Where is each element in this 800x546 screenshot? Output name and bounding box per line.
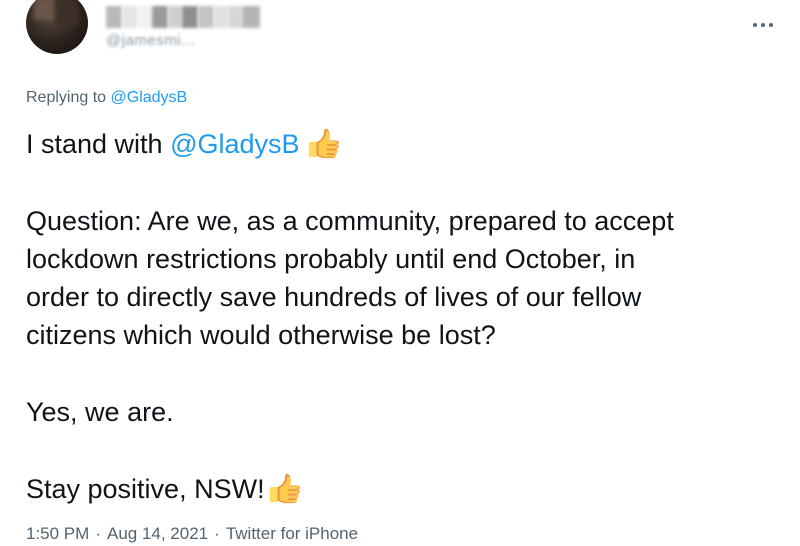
display-name-redacted[interactable] [106, 6, 260, 30]
text-intro: I stand with [26, 129, 171, 159]
meta-separator: · [95, 524, 101, 543]
tweet-time: 1:50 PM [26, 524, 90, 543]
tweet-source-link[interactable]: Twitter for iPhone [226, 524, 358, 543]
avatar[interactable] [26, 0, 88, 54]
more-options-button[interactable] [748, 8, 778, 34]
tweet: @jamesmi... Replying to @GladysB I stand… [0, 0, 800, 546]
question-line-1: Question: Are we, as a community, prepar… [26, 205, 674, 236]
mention-link[interactable]: @GladysB [170, 129, 299, 159]
replying-prefix: Replying to [26, 89, 107, 106]
tweet-text: I stand with @GladysB Question: Are we, … [26, 125, 786, 508]
answer-line: Yes, we are. [26, 397, 174, 428]
closing-line: Stay positive, NSW! [26, 470, 786, 508]
text-line-1: I stand with @GladysB [26, 125, 786, 163]
user-handle[interactable]: @jamesmi... [106, 32, 195, 49]
more-horizontal-icon [751, 11, 775, 32]
closing-text: Stay positive, NSW! [26, 473, 265, 504]
question-line-3: order to directly save hundreds of lives… [26, 282, 642, 313]
question-line-2: lockdown restrictions probably until end… [26, 243, 636, 274]
tweet-meta: 1:50 PM · Aug 14, 2021 · Twitter for iPhone [26, 524, 358, 544]
tweet-date: Aug 14, 2021 [106, 524, 209, 543]
question-line-4: citizens which would otherwise be lost? [26, 320, 496, 351]
thumbs-up-icon [308, 128, 339, 159]
thumbs-up-icon [269, 473, 300, 503]
meta-separator: · [214, 524, 220, 543]
timestamp-link[interactable]: 1:50 PM · Aug 14, 2021 [26, 524, 208, 543]
reply-target-link[interactable]: @GladysB [111, 89, 188, 106]
replying-to: Replying to @GladysB [26, 89, 187, 107]
